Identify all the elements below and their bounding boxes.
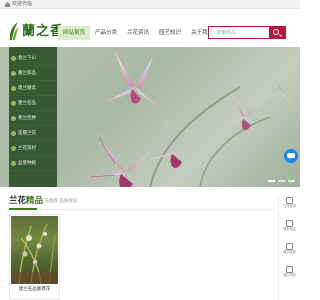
section-title-main: 兰花 xyxy=(9,196,27,206)
float-item-label: 联系电话 xyxy=(283,227,296,231)
sidebar-item-label: 蕙兰新品 xyxy=(18,70,36,76)
sidebar-item-6[interactable]: 莲瓣兰花 xyxy=(9,126,57,141)
sidebar-item-8[interactable]: 盆景种植 xyxy=(9,156,57,171)
float-item-consult[interactable]: 在线咨询 xyxy=(279,197,300,218)
float-item-wechat[interactable]: 微信客服 xyxy=(279,243,300,264)
float-service-panel: 在线咨询 联系电话 微信客服 返回顶部 xyxy=(278,195,300,300)
slide-dot[interactable] xyxy=(288,180,295,182)
nav-item-home[interactable]: 网站首页 xyxy=(58,26,91,40)
main-nav: 网站首页 产品分类 兰花资讯 园艺知识 关于我们 xyxy=(58,26,218,40)
sidebar-item-1[interactable]: 春兰下山 xyxy=(9,51,57,66)
section-divider xyxy=(9,209,275,210)
product-name: 建兰名品素荷花 xyxy=(18,287,51,292)
potted-orchid-image xyxy=(11,223,58,284)
chat-icon xyxy=(286,197,293,204)
welcome-text: 欢迎光临 xyxy=(12,1,33,7)
search-box xyxy=(208,26,286,39)
float-item-label: 在线咨询 xyxy=(283,204,296,208)
leaf-bullet-icon xyxy=(11,130,16,136)
search-icon xyxy=(273,29,279,35)
sidebar-item-5[interactable]: 寒兰佳种 xyxy=(9,111,57,126)
sidebar-item-label: 建兰精选 xyxy=(18,85,36,91)
sidebar-item-label: 春兰下山 xyxy=(18,55,36,61)
leaf-bullet-icon xyxy=(11,115,16,121)
site-header: 蘭之香 网站首页 产品分类 兰花资讯 园艺知识 关于我们 xyxy=(0,9,300,44)
search-input[interactable] xyxy=(209,27,269,38)
sidebar-item-3[interactable]: 建兰精选 xyxy=(9,81,57,96)
nav-item-news[interactable]: 兰花资讯 xyxy=(122,26,154,40)
float-item-label: 微信客服 xyxy=(283,250,296,254)
sidebar-item-label: 盆景种植 xyxy=(18,160,36,166)
top-bar: 欢迎光临 xyxy=(0,0,300,9)
nav-item-knowledge[interactable]: 园艺知识 xyxy=(154,26,186,40)
leaf-bullet-icon xyxy=(11,145,16,151)
leaf-bullet-icon xyxy=(11,55,16,61)
section-subtitle: 兰花推荐 品质保证 xyxy=(40,199,78,204)
section-title: 兰花精品 xyxy=(9,196,43,206)
home-icon[interactable] xyxy=(5,2,10,7)
leaf-bullet-icon xyxy=(11,160,16,166)
sidebar-item-label: 兰花资材 xyxy=(18,145,36,151)
arrow-up-icon xyxy=(286,266,293,273)
nav-item-categories[interactable]: 产品分类 xyxy=(90,26,122,40)
leaf-bullet-icon xyxy=(11,70,16,76)
float-item-label: 返回顶部 xyxy=(283,273,296,277)
phone-icon xyxy=(286,220,293,227)
sidebar-item-label: 墨兰名品 xyxy=(18,100,36,106)
wechat-icon xyxy=(286,243,293,250)
sidebar-item-label: 寒兰佳种 xyxy=(18,115,36,121)
slide-indicators xyxy=(268,180,295,182)
orchid-leaf-icon xyxy=(9,22,19,40)
chat-button[interactable] xyxy=(284,149,298,163)
leaf-bullet-icon xyxy=(11,85,16,91)
category-sidebar: 春兰下山 蕙兰新品 建兰精选 墨兰名品 寒兰佳种 莲瓣兰花 兰花资材 盆景种植 xyxy=(9,47,57,187)
search-button[interactable] xyxy=(269,27,285,38)
sidebar-item-label: 莲瓣兰花 xyxy=(18,130,36,136)
float-item-phone[interactable]: 联系电话 xyxy=(279,220,300,241)
site-logo[interactable]: 蘭之香 xyxy=(8,21,63,43)
section-divider-accent xyxy=(9,208,37,210)
sidebar-item-2[interactable]: 蕙兰新品 xyxy=(9,66,57,81)
slide-dot[interactable] xyxy=(268,180,275,182)
product-card[interactable]: 建兰名品素荷花 xyxy=(9,214,60,300)
sidebar-item-7[interactable]: 兰花资材 xyxy=(9,141,57,156)
float-item-top[interactable]: 返回顶部 xyxy=(279,266,300,287)
slide-dot[interactable] xyxy=(278,180,285,182)
leaf-bullet-icon xyxy=(11,100,16,106)
product-image[interactable] xyxy=(11,216,58,284)
chat-icon xyxy=(287,153,295,159)
sidebar-item-4[interactable]: 墨兰名品 xyxy=(9,96,57,111)
